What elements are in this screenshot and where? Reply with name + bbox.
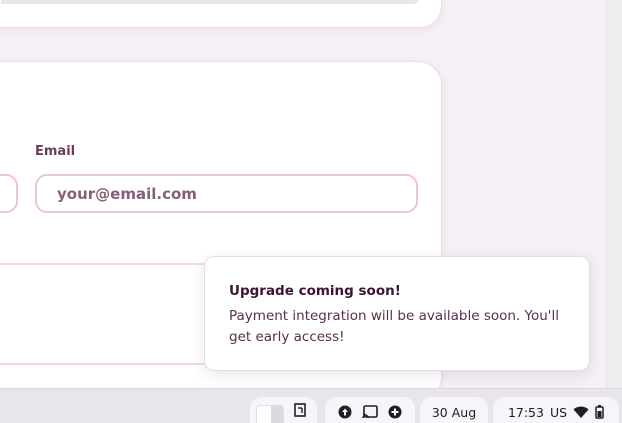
launcher-edge[interactable] — [0, 400, 10, 423]
cast-icon — [362, 405, 378, 419]
toast-notification: Upgrade coming soon! Payment integration… — [204, 256, 590, 371]
time-text: 17:53 — [507, 404, 544, 420]
scrollbar[interactable] — [606, 0, 622, 388]
battery-icon — [595, 405, 604, 419]
window-icon — [294, 403, 306, 417]
locale-text: US — [549, 404, 568, 420]
name-field[interactable] — [0, 174, 18, 213]
toast-title: Upgrade coming soon! — [229, 283, 401, 299]
taskbar: 30 Aug 17:53 US — [0, 388, 622, 423]
add-circle-icon — [388, 405, 402, 419]
email-field[interactable] — [35, 174, 418, 213]
open-app-window[interactable] — [250, 397, 317, 423]
cloud-up-icon — [338, 405, 352, 419]
window-thumbnail — [256, 405, 284, 423]
date-text: 30 Aug — [431, 404, 477, 420]
date-tray[interactable]: 30 Aug — [420, 397, 488, 423]
wifi-icon — [573, 406, 589, 418]
top-card — [0, 0, 442, 28]
toast-message: Payment integration will be available so… — [229, 308, 559, 345]
top-card-progress-bar — [1, 0, 419, 4]
email-label: Email — [35, 144, 76, 159]
clock-tray[interactable]: 17:53 US — [493, 397, 619, 423]
status-tray[interactable] — [325, 397, 415, 423]
form-section-box — [0, 263, 220, 365]
